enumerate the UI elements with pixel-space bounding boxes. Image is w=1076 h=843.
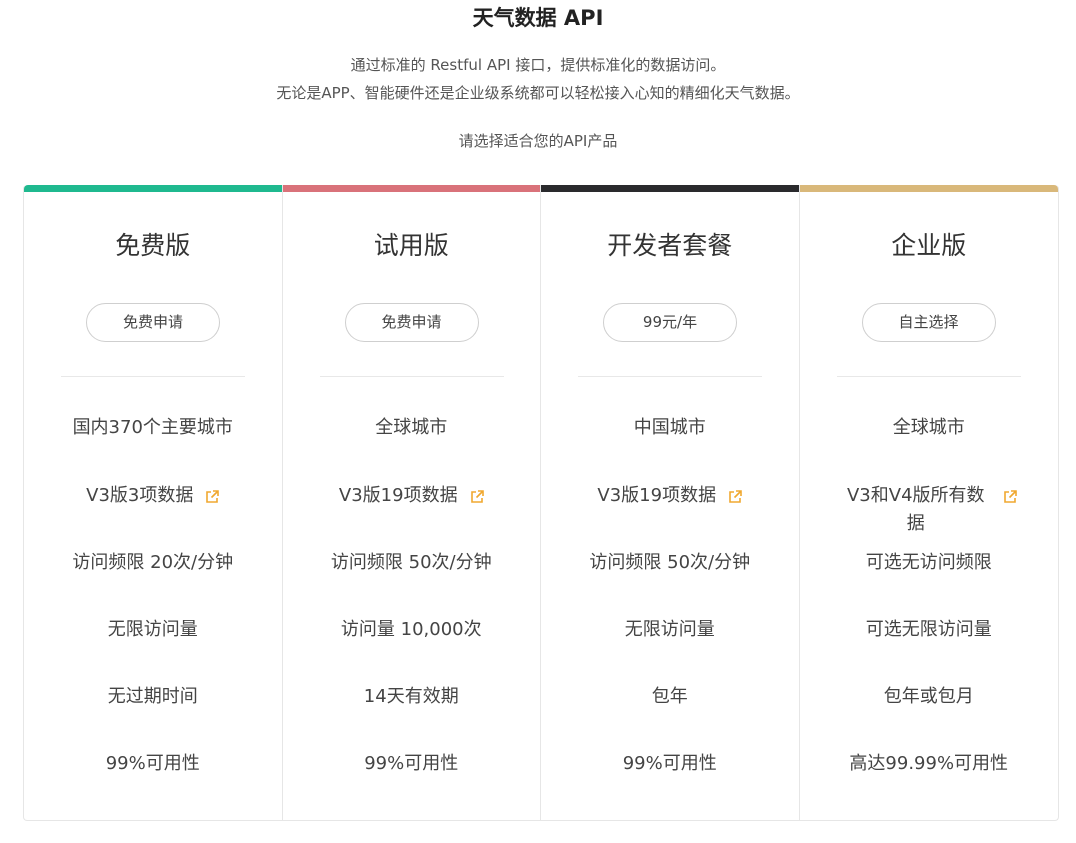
feature-availability: 99%可用性	[364, 753, 459, 774]
feature-data: V3版19项数据	[283, 482, 541, 510]
feature-data-label: V3版19项数据	[597, 485, 717, 506]
plan-accent-bar	[541, 185, 799, 192]
plan-name: 免费版	[115, 231, 191, 260]
feature-rate-limit: 访问频限 50次/分钟	[589, 552, 751, 573]
feature-validity: 14天有效期	[363, 686, 459, 707]
feature-rate-limit: 访问频限 20次/分钟	[72, 552, 234, 573]
feature-data: V3和V4版所有数据	[800, 482, 1059, 538]
plan-card-enterprise: 企业版 自主选择 全球城市 V3和V4版所有数据 可选无访问频限 可选无限访问量…	[799, 185, 1059, 820]
feature-data: V3版3项数据	[24, 482, 282, 510]
plan-name: 企业版	[891, 231, 967, 260]
feature-volume: 无限访问量	[107, 619, 198, 640]
api-description-line2: 无论是APP、智能硬件还是企业级系统都可以轻松接入心知的精细化天气数据。	[276, 84, 800, 102]
plan-name: 试用版	[373, 231, 449, 260]
plan-card-free: 免费版 免费申请 国内370个主要城市 V3版3项数据 访问频限 20次/分钟 …	[24, 185, 283, 820]
plan-name: 开发者套餐	[607, 231, 733, 260]
apply-trial-button[interactable]: 免费申请	[344, 303, 479, 342]
buy-developer-button[interactable]: 99元/年	[603, 303, 737, 342]
page-title: 天气数据 API	[472, 6, 604, 30]
external-link-icon[interactable]	[728, 485, 742, 503]
feature-data-label: V3版19项数据	[338, 485, 458, 506]
feature-availability: 99%可用性	[105, 753, 200, 774]
select-prompt: 请选择适合您的API产品	[458, 132, 618, 150]
feature-cities: 全球城市	[892, 417, 965, 438]
feature-data: V3版19项数据	[541, 482, 799, 510]
feature-volume: 可选无限访问量	[865, 619, 992, 640]
feature-validity: 包年或包月	[883, 686, 974, 707]
feature-availability: 高达99.99%可用性	[849, 753, 1009, 774]
choose-enterprise-button[interactable]: 自主选择	[861, 303, 996, 342]
feature-rate-limit: 访问频限 50次/分钟	[330, 552, 492, 573]
api-description-line1: 通过标准的 Restful API 接口，提供标准化的数据访问。	[350, 56, 726, 74]
apply-free-button[interactable]: 免费申请	[86, 303, 220, 342]
plan-accent-bar	[799, 185, 1058, 192]
feature-data-label: V3版3项数据	[86, 485, 194, 506]
external-link-icon[interactable]	[1003, 485, 1017, 503]
divider	[319, 376, 504, 377]
plan-accent-bar	[24, 185, 282, 192]
external-link-icon[interactable]	[205, 485, 220, 503]
divider	[836, 376, 1021, 377]
plan-accent-bar	[282, 185, 540, 192]
divider	[578, 376, 762, 377]
plan-card-trial: 试用版 免费申请 全球城市 V3版19项数据 访问频限 50次/分钟 访问量 1…	[282, 185, 541, 820]
feature-validity: 无过期时间	[107, 686, 198, 707]
feature-cities: 国内370个主要城市	[72, 417, 233, 438]
feature-cities: 全球城市	[375, 417, 448, 438]
external-link-icon[interactable]	[470, 485, 484, 503]
feature-data-label: V3和V4版所有数据	[846, 485, 985, 534]
divider	[61, 376, 245, 377]
plan-card-developer: 开发者套餐 99元/年 中国城市 V3版19项数据 访问频限 50次/分钟 无限…	[541, 185, 800, 820]
feature-rate-limit: 可选无访问频限	[865, 552, 992, 573]
feature-cities: 中国城市	[633, 417, 706, 438]
feature-volume: 访问量 10,000次	[340, 619, 482, 640]
feature-volume: 无限访问量	[624, 619, 715, 640]
feature-validity: 包年	[651, 686, 688, 707]
pricing-plans: 免费版 免费申请 国内370个主要城市 V3版3项数据 访问频限 20次/分钟 …	[23, 185, 1059, 821]
feature-availability: 99%可用性	[622, 753, 717, 774]
